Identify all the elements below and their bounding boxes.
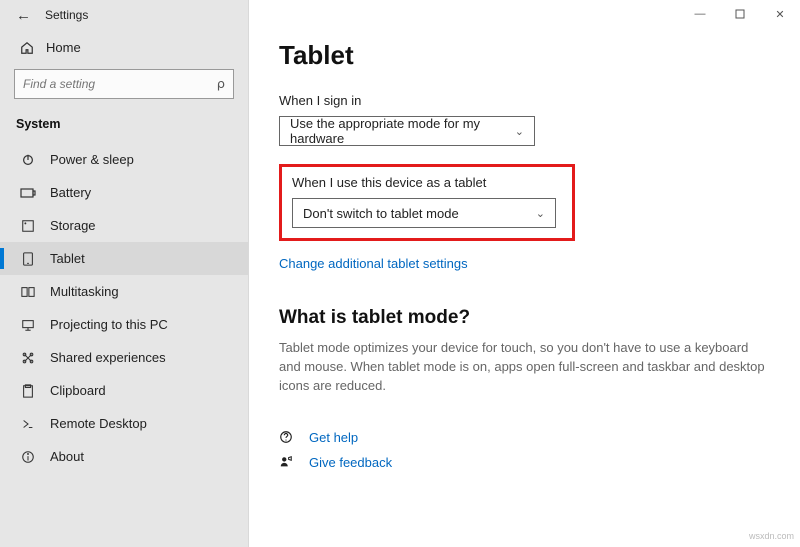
nav-label: Clipboard bbox=[50, 383, 106, 398]
chevron-down-icon: ⌄ bbox=[536, 207, 545, 220]
nav-label: Power & sleep bbox=[50, 152, 134, 167]
sidebar-item-battery[interactable]: Battery bbox=[0, 176, 248, 209]
help-icon bbox=[279, 430, 295, 444]
projecting-icon bbox=[20, 318, 36, 332]
back-button[interactable]: ← bbox=[8, 3, 39, 28]
get-help-label: Get help bbox=[309, 430, 358, 445]
window-controls: — ✕ bbox=[680, 0, 800, 28]
chevron-down-icon: ⌄ bbox=[515, 125, 524, 138]
sidebar-home[interactable]: Home bbox=[0, 30, 248, 65]
feedback-icon bbox=[279, 455, 295, 469]
nav-label: Tablet bbox=[50, 251, 85, 266]
remote-icon bbox=[20, 417, 36, 431]
shared-icon bbox=[20, 351, 36, 365]
search-input[interactable] bbox=[23, 77, 193, 91]
signin-select[interactable]: Use the appropriate mode for my hardware… bbox=[279, 116, 535, 146]
sidebar-item-storage[interactable]: Storage bbox=[0, 209, 248, 242]
signin-value: Use the appropriate mode for my hardware bbox=[290, 116, 515, 146]
highlight-box: When I use this device as a tablet Don't… bbox=[279, 164, 575, 241]
home-label: Home bbox=[46, 40, 81, 55]
power-icon bbox=[20, 153, 36, 167]
nav-label: Battery bbox=[50, 185, 91, 200]
get-help-link[interactable]: Get help bbox=[279, 430, 770, 445]
device-label: When I use this device as a tablet bbox=[292, 175, 562, 190]
whatis-body: Tablet mode optimizes your device for to… bbox=[279, 339, 769, 396]
sidebar-item-about[interactable]: About bbox=[0, 440, 248, 473]
give-feedback-link[interactable]: Give feedback bbox=[279, 455, 770, 470]
minimize-button[interactable]: — bbox=[680, 0, 720, 28]
search-icon: ⍴ bbox=[217, 76, 225, 92]
maximize-button[interactable] bbox=[720, 0, 760, 28]
sidebar-item-power-sleep[interactable]: Power & sleep bbox=[0, 143, 248, 176]
app-title: Settings bbox=[45, 8, 88, 22]
search-box[interactable]: ⍴ bbox=[14, 69, 234, 99]
titlebar: ← Settings bbox=[0, 0, 248, 30]
home-icon bbox=[20, 41, 34, 55]
give-feedback-label: Give feedback bbox=[309, 455, 392, 470]
sidebar-item-remote-desktop[interactable]: Remote Desktop bbox=[0, 407, 248, 440]
sidebar-item-shared-experiences[interactable]: Shared experiences bbox=[0, 341, 248, 374]
signin-label: When I sign in bbox=[279, 93, 770, 108]
nav-label: About bbox=[50, 449, 84, 464]
device-select[interactable]: Don't switch to tablet mode ⌄ bbox=[292, 198, 556, 228]
nav-label: Shared experiences bbox=[50, 350, 166, 365]
page-heading: Tablet bbox=[279, 40, 770, 71]
storage-icon bbox=[20, 219, 36, 233]
watermark: wsxdn.com bbox=[749, 531, 794, 541]
change-settings-link[interactable]: Change additional tablet settings bbox=[279, 256, 468, 271]
nav-label: Storage bbox=[50, 218, 96, 233]
main-panel: — ✕ Tablet When I sign in Use the approp… bbox=[249, 0, 800, 547]
close-button[interactable]: ✕ bbox=[760, 0, 800, 28]
sidebar-item-projecting[interactable]: Projecting to this PC bbox=[0, 308, 248, 341]
about-icon bbox=[20, 450, 36, 464]
nav-label: Multitasking bbox=[50, 284, 119, 299]
battery-icon bbox=[20, 188, 36, 198]
whatis-heading: What is tablet mode? bbox=[279, 307, 770, 329]
nav-label: Projecting to this PC bbox=[50, 317, 168, 332]
device-value: Don't switch to tablet mode bbox=[303, 206, 459, 221]
nav-label: Remote Desktop bbox=[50, 416, 147, 431]
section-label: System bbox=[0, 109, 248, 139]
sidebar-item-tablet[interactable]: Tablet bbox=[0, 242, 248, 275]
sidebar-item-multitasking[interactable]: Multitasking bbox=[0, 275, 248, 308]
sidebar: ← Settings Home ⍴ System Power & sleep B… bbox=[0, 0, 249, 547]
clipboard-icon bbox=[20, 384, 36, 398]
tablet-icon bbox=[20, 252, 36, 266]
multitasking-icon bbox=[20, 285, 36, 299]
nav-list: Power & sleep Battery Storage Tablet Mul… bbox=[0, 143, 248, 473]
sidebar-item-clipboard[interactable]: Clipboard bbox=[0, 374, 248, 407]
